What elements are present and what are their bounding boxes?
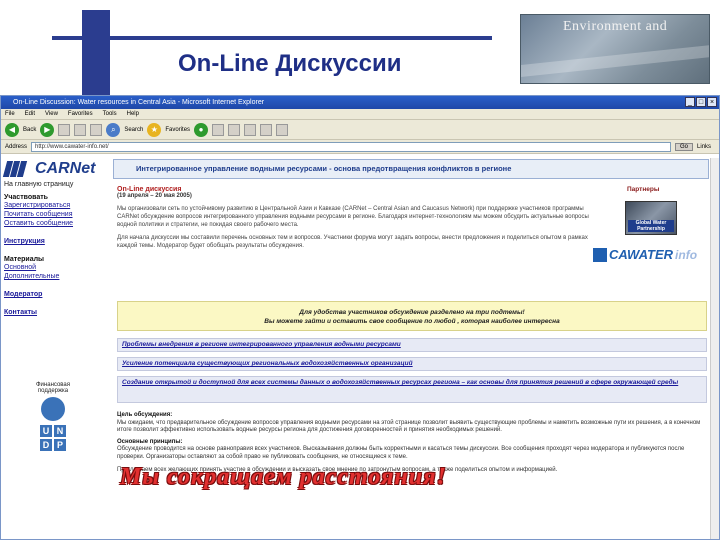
back-button[interactable]: Back [23, 127, 36, 133]
slide-decoration-line [52, 36, 492, 40]
slogan-overlay: Мы сокращаем расстояния! [120, 464, 447, 490]
close-button[interactable]: × [707, 97, 717, 107]
intro-paragraph-2: Для начала дискуссии мы составили перече… [117, 235, 588, 249]
topics-list: Проблемы внедрения в регионе интегрирова… [117, 338, 707, 408]
mail-icon[interactable] [212, 123, 225, 136]
sidebar-participate-title: Участвовать [4, 194, 48, 201]
cawater-logo[interactable]: CAWATER info [593, 247, 709, 262]
intro-paragraph-1: Мы организовали сеть по устойчивому разв… [117, 206, 589, 228]
carnet-logo-mark [2, 161, 33, 177]
sidebar-instruction-link[interactable]: Инструкция [4, 237, 109, 246]
partners-title: Партнеры [627, 186, 660, 193]
slide-decoration-bar [82, 10, 110, 102]
sidebar-main-materials-link[interactable]: Основной [4, 263, 109, 272]
menu-help[interactable]: Help [127, 109, 139, 119]
carnet-logo-text: CARNet [35, 160, 96, 177]
undp-logo[interactable]: U N D P [39, 424, 67, 452]
search-button[interactable]: Search [124, 127, 143, 133]
sidebar-extra-materials-link[interactable]: Дополнительные [4, 272, 109, 281]
carnet-logo[interactable]: CARNet [2, 160, 109, 178]
back-arrow-icon[interactable]: ◀ [5, 122, 19, 137]
sidebar: На главную страницу Участвовать Зарегист… [1, 180, 109, 539]
favorites-button[interactable]: Favorites [165, 127, 190, 133]
partner-gwp-caption: Global Water Partnership [628, 220, 674, 232]
menu-tools[interactable]: Tools [103, 109, 117, 119]
undp-caption: Финансовая поддержка [36, 382, 70, 394]
goal-text: Мы ожидаем, что предварительное обсужден… [117, 419, 701, 434]
notice-line-1: Для удобства участников обсуждение разде… [299, 309, 525, 316]
undp-logo-block: Финансовая поддержка U N D P [25, 382, 81, 452]
principles-title: Основные принципы: [117, 438, 183, 445]
notice-box: Для удобства участников обсуждение разде… [117, 301, 707, 331]
discussion-dates: (19 апреля – 20 мая 2005) [117, 193, 192, 199]
search-icon[interactable]: ⌕ [106, 122, 121, 137]
cawater-text: CAWATER [609, 247, 674, 262]
goal-title: Цель обсуждения: [117, 412, 173, 418]
environment-banner-text: Environment and [563, 19, 668, 34]
sidebar-register-link[interactable]: Зарегистрироваться [4, 201, 109, 210]
page-header: CARNet Интегрированное управление водным… [1, 158, 711, 180]
topic-link-3[interactable]: Создание открытой и доступной для всех с… [117, 376, 707, 403]
maximize-button[interactable]: □ [696, 97, 706, 107]
menu-favorites[interactable]: Favorites [68, 109, 93, 119]
minimize-button[interactable]: _ [685, 97, 695, 107]
page-banner: Интегрированное управление водными ресур… [113, 159, 709, 179]
sidebar-materials-title: Материалы [4, 256, 45, 263]
cawater-mark-icon [593, 247, 607, 262]
links-label[interactable]: Links [697, 144, 711, 150]
topic-link-1[interactable]: Проблемы внедрения в регионе интегрирова… [117, 338, 707, 352]
toolbar: ◀ Back ▶ ⌕ Search ★ Favorites ● [1, 120, 719, 140]
menu-file[interactable]: File [5, 109, 15, 119]
address-bar: Address http://www.cawater-info.net/ Go … [1, 140, 719, 154]
browser-title: On-Line Discussion: Water resources in C… [13, 99, 265, 106]
cawater-info-text: info [675, 247, 698, 262]
main-intro: On-Line дискуссия (19 апреля – 20 мая 20… [117, 186, 595, 255]
home-icon[interactable] [90, 123, 103, 136]
discussion-heading: On-Line дискуссия [117, 186, 182, 193]
go-button[interactable]: Go [675, 142, 694, 151]
edit-icon[interactable] [244, 123, 257, 136]
environment-banner-image: Environment and [520, 14, 710, 84]
sidebar-post-message-link[interactable]: Оставить сообщение [4, 219, 109, 228]
notice-line-2: Вы можете зайти и оставить свое сообщени… [264, 318, 560, 325]
partners-panel: Партнеры Global Water Partnership CAWATE… [593, 186, 709, 262]
media-icon[interactable]: ● [194, 122, 209, 137]
print-icon[interactable] [228, 123, 241, 136]
menu-view[interactable]: View [45, 109, 58, 119]
refresh-icon[interactable] [74, 123, 87, 136]
vertical-scrollbar[interactable] [710, 158, 719, 539]
topic-link-2[interactable]: Усиление потенциала существующих региона… [117, 357, 707, 371]
favorites-star-icon[interactable]: ★ [147, 122, 162, 137]
sidebar-read-messages-link[interactable]: Почитать сообщения [4, 210, 109, 219]
menu-bar: File Edit View Favorites Tools Help [1, 109, 719, 120]
partner-gwp-image[interactable]: Global Water Partnership [625, 201, 677, 235]
sidebar-home-link[interactable]: На главную страницу [4, 180, 109, 189]
principles-text: Обсуждение проводится на основе равнопра… [117, 446, 685, 460]
stop-icon[interactable] [58, 123, 71, 136]
un-emblem-icon [41, 397, 65, 421]
sidebar-moderator-link[interactable]: Модератор [4, 290, 109, 299]
sidebar-contacts-link[interactable]: Контакты [4, 308, 109, 317]
messenger-icon[interactable] [276, 123, 289, 136]
browser-titlebar: On-Line Discussion: Water resources in C… [1, 96, 719, 109]
forward-arrow-icon[interactable]: ▶ [40, 122, 55, 137]
folder-icon[interactable] [260, 123, 273, 136]
address-input[interactable]: http://www.cawater-info.net/ [31, 141, 672, 152]
menu-edit[interactable]: Edit [25, 109, 35, 119]
slide-title: On-Line Дискуссии [178, 50, 402, 77]
address-label: Address [5, 143, 28, 150]
